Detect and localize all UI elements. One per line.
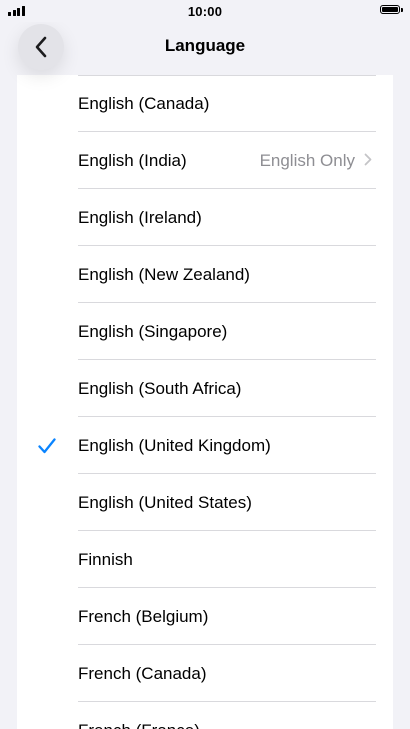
language-row[interactable]: English (Ireland) [17, 189, 393, 246]
language-row[interactable]: English (India) English Only [17, 132, 393, 189]
language-row[interactable]: Finnish [17, 531, 393, 588]
language-label: French (Belgium) [78, 606, 209, 626]
language-row[interactable]: English (South Africa) [17, 360, 393, 417]
language-label: English (India) [78, 150, 187, 170]
language-label: English (United Kingdom) [78, 435, 271, 455]
language-list[interactable]: English (Canada) English (India) English O… [17, 75, 393, 729]
status-bar: 10:00 [0, 0, 410, 22]
language-row[interactable]: French (France) [17, 702, 393, 729]
language-row[interactable]: English (United Kingdom) [17, 417, 393, 474]
language-label: English (South Africa) [78, 378, 242, 398]
language-detail: English Only [260, 151, 372, 171]
language-label: French (Canada) [78, 663, 207, 683]
language-label: Finnish [78, 549, 133, 569]
checkmark-icon [37, 436, 57, 456]
language-label: English (Canada) [78, 93, 210, 113]
language-row[interactable]: English (United States) [17, 474, 393, 531]
status-time: 10:00 [187, 3, 223, 19]
language-label: French (France) [78, 721, 200, 729]
language-row[interactable]: English (Canada) [17, 75, 393, 132]
signal-strength-icon [8, 6, 25, 16]
language-detail-text: English Only [259, 150, 355, 170]
battery-icon [380, 5, 403, 14]
language-label: English (New Zealand) [78, 264, 250, 284]
page-title: Language [164, 36, 246, 55]
language-row[interactable]: English (Singapore) [17, 303, 393, 360]
language-row[interactable]: French (Canada) [17, 645, 393, 702]
chevron-right-icon [364, 151, 372, 171]
language-label: English (Singapore) [78, 321, 228, 341]
navigation-bar: Language [0, 22, 410, 70]
language-label: English (Ireland) [78, 207, 202, 227]
language-row[interactable]: English (New Zealand) [17, 246, 393, 303]
language-row[interactable]: French (Belgium) [17, 588, 393, 645]
language-label: English (United States) [78, 492, 252, 512]
